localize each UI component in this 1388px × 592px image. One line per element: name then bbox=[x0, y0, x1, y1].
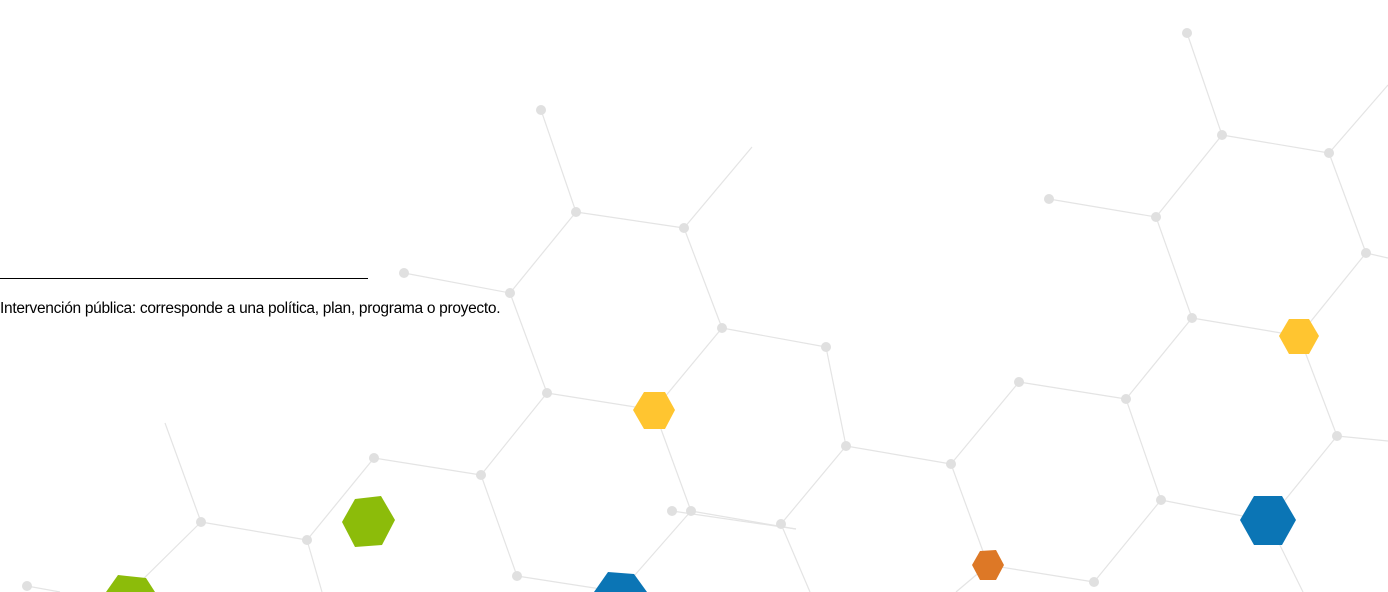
footnote-text: Intervención pública: corresponde a una … bbox=[0, 300, 501, 317]
hexagon-network-background bbox=[22, 28, 1388, 592]
hexagon-yellow-left bbox=[633, 392, 675, 429]
hexagon-green-small bbox=[106, 575, 155, 592]
hexagon-orange bbox=[972, 550, 1004, 580]
footnote-separator bbox=[0, 278, 368, 279]
hexagon-yellow-right bbox=[1279, 319, 1319, 354]
hexagon-blue-right bbox=[1240, 496, 1296, 545]
hexagon-green-large bbox=[342, 496, 395, 547]
hexagon-blue-left bbox=[594, 572, 647, 592]
